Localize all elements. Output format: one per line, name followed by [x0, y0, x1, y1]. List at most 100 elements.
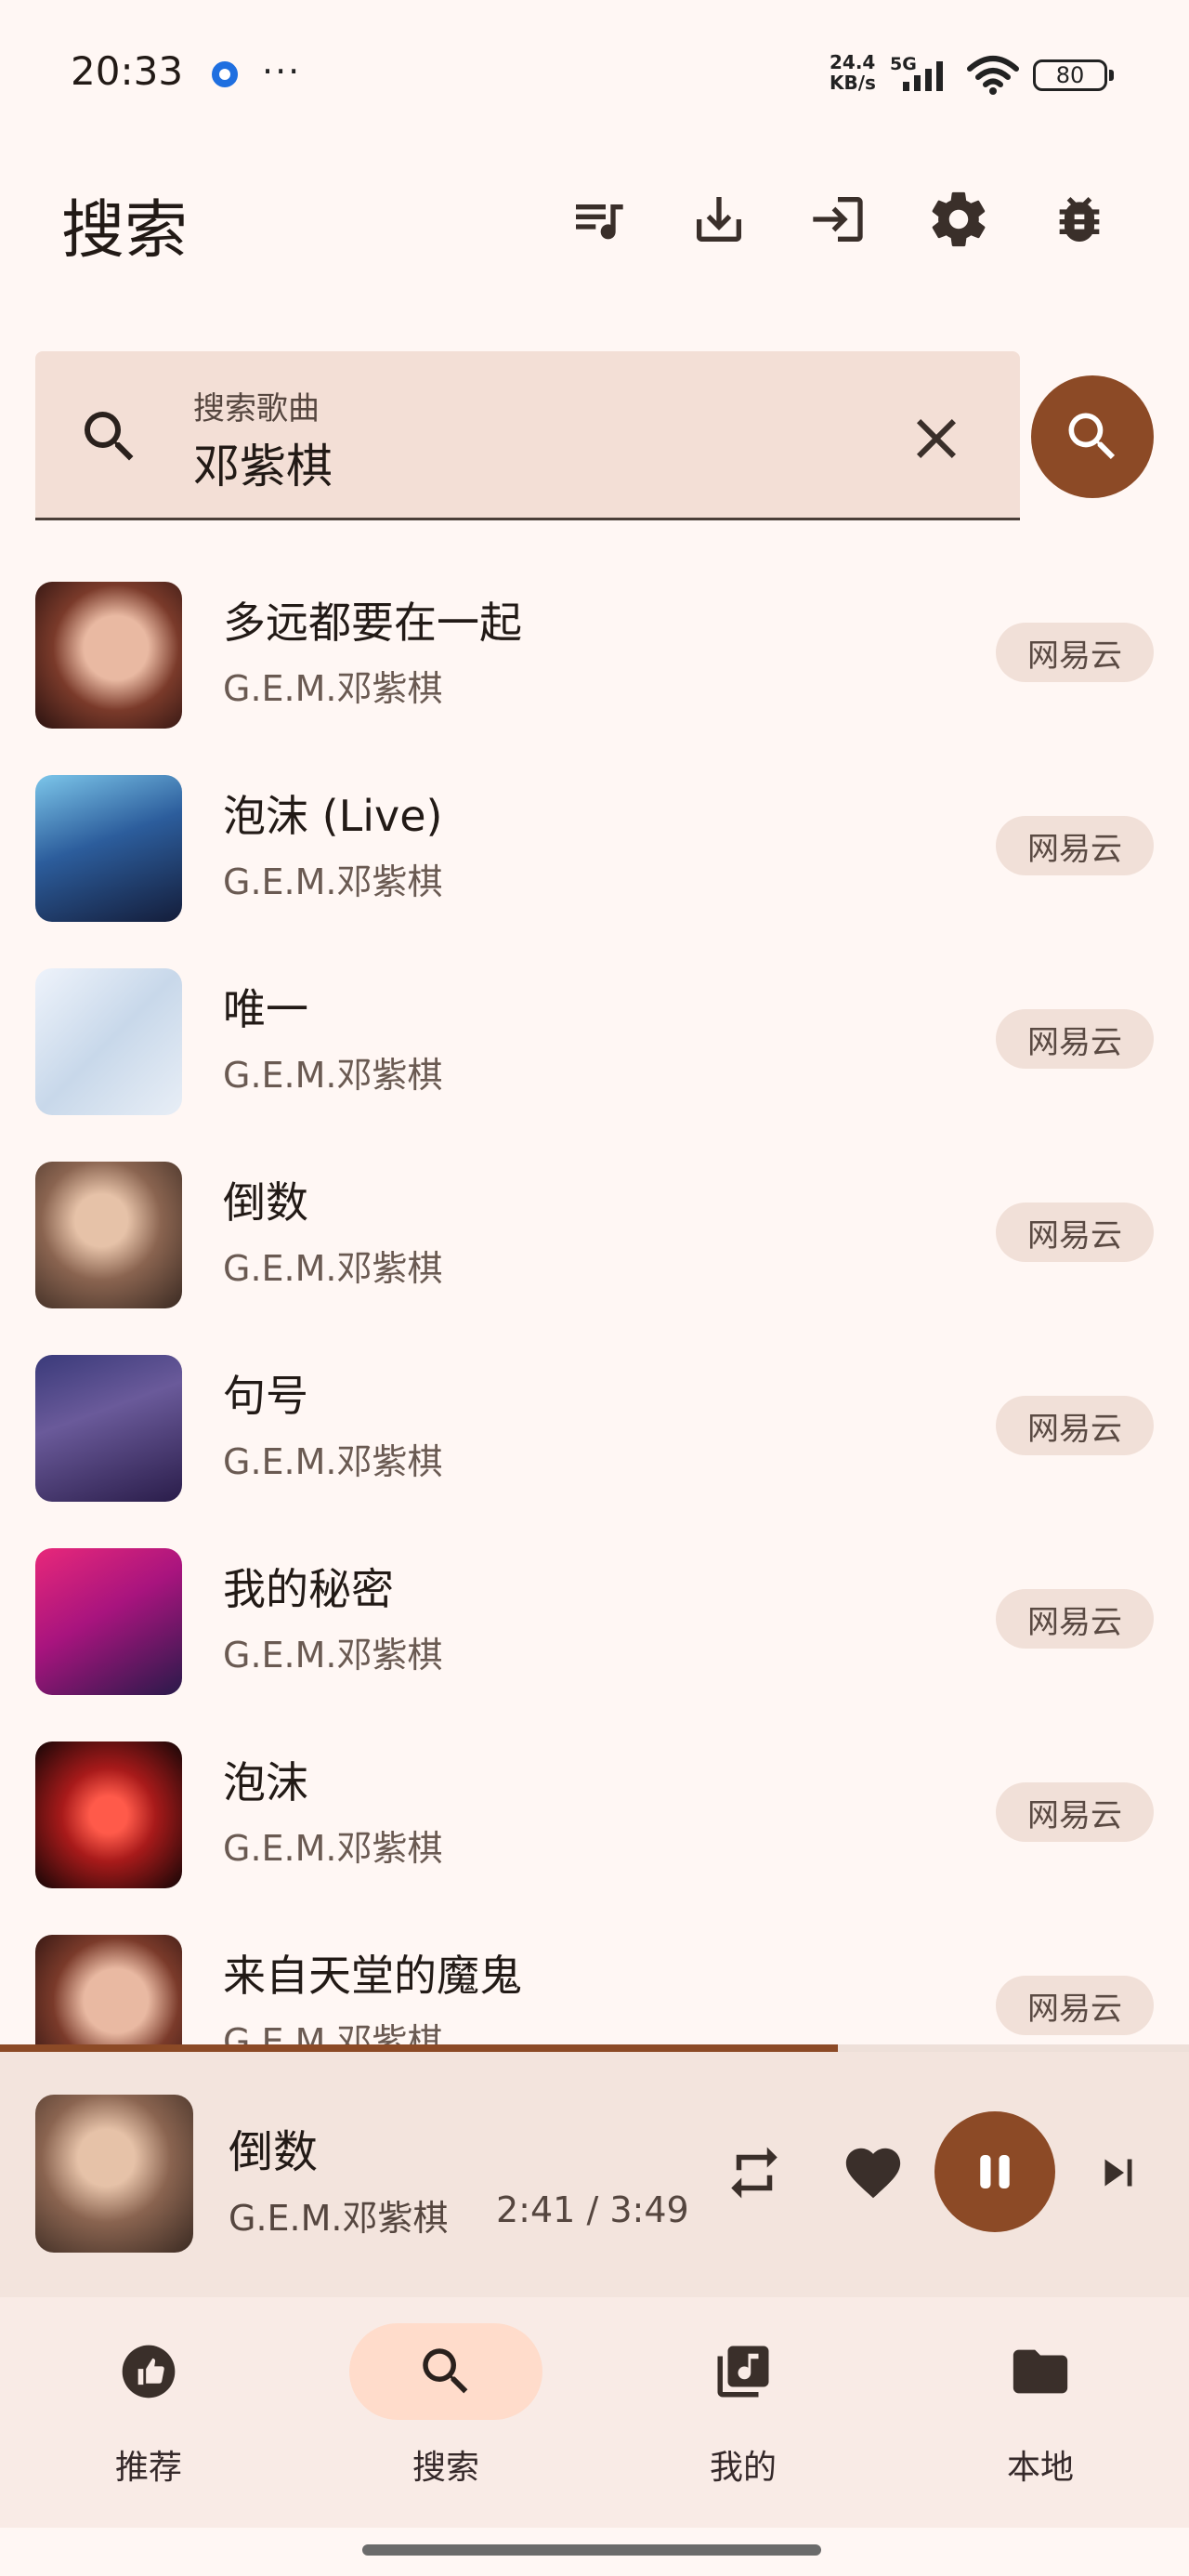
pause-button[interactable]	[934, 2111, 1055, 2232]
now-playing-bar[interactable]: 倒数 G.E.M.邓紫棋 2:41 / 3:49	[0, 2052, 1189, 2297]
folder-icon	[1013, 2349, 1068, 2394]
search-icon	[1068, 413, 1116, 460]
source-badge: 网易云	[996, 1589, 1154, 1649]
playback-duration: 3:49	[609, 2189, 689, 2230]
song-artist: G.E.M.邓紫棋	[223, 668, 443, 709]
now-playing-time: 2:41 / 3:49	[496, 2189, 689, 2230]
source-badge: 网易云	[996, 1782, 1154, 1842]
now-playing-artist: G.E.M.邓紫棋	[229, 2198, 449, 2239]
nav-label: 推荐	[114, 2449, 182, 2487]
album-cover	[35, 1355, 182, 1502]
list-item[interactable]: 多远都要在一起 G.E.M.邓紫棋 网易云	[0, 558, 1189, 751]
playback-position: 2:41	[496, 2189, 576, 2230]
song-artist: G.E.M.邓紫棋	[223, 2021, 443, 2044]
thumb-up-icon	[122, 2345, 176, 2399]
search-icon	[423, 2348, 468, 2394]
song-artist: G.E.M.邓紫棋	[223, 1441, 443, 1482]
wifi-icon	[967, 56, 1019, 95]
next-button[interactable]	[1083, 2137, 1154, 2208]
signal-icon	[903, 61, 943, 91]
favorite-button[interactable]	[838, 2137, 908, 2208]
album-cover	[35, 1935, 182, 2044]
song-title: 来自天堂的魔鬼	[223, 1951, 522, 2001]
status-bar: 20:33 ··· 24.4 KB/s 5G 80	[0, 0, 1189, 149]
nav-pill	[944, 2323, 1137, 2420]
search-icon	[85, 412, 134, 461]
song-artist: G.E.M.邓紫棋	[223, 1055, 443, 1096]
album-cover	[35, 1162, 182, 1308]
time-separator: /	[586, 2189, 599, 2230]
now-playing-cover[interactable]	[35, 2095, 193, 2253]
playback-progress-fill	[0, 2044, 839, 2052]
nav-label: 本地	[1006, 2449, 1074, 2487]
bottom-navigation: 推荐 搜索 我的 本地	[0, 2297, 1189, 2528]
nav-item-search[interactable]: 搜索	[323, 2323, 546, 2509]
song-title: 多远都要在一起	[223, 598, 522, 648]
album-cover	[35, 1741, 182, 1888]
source-badge: 网易云	[996, 816, 1154, 875]
song-title: 句号	[223, 1371, 308, 1421]
source-badge: 网易云	[996, 1009, 1154, 1069]
list-item[interactable]: 我的秘密 G.E.M.邓紫棋 网易云	[0, 1524, 1189, 1717]
song-artist: G.E.M.邓紫棋	[223, 861, 443, 902]
settings-icon[interactable]	[925, 186, 992, 253]
more-notifications-icon: ···	[262, 51, 302, 92]
song-artist: G.E.M.邓紫棋	[223, 1635, 443, 1676]
nav-pill-active	[349, 2323, 542, 2420]
source-badge: 网易云	[996, 623, 1154, 682]
source-badge: 网易云	[996, 1396, 1154, 1455]
playlist-icon[interactable]	[565, 186, 632, 253]
net-speed-unit: KB/s	[830, 72, 876, 94]
repeat-icon	[731, 2147, 777, 2199]
list-item[interactable]: 来自天堂的魔鬼 G.E.M.邓紫棋 网易云	[0, 1911, 1189, 2044]
page-title: 搜索	[61, 194, 189, 268]
search-field[interactable]: 搜索歌曲 邓紫棋	[35, 351, 1020, 520]
battery-icon: 80	[1033, 59, 1114, 91]
app-notification-icon	[212, 61, 238, 87]
nav-item-mine[interactable]: 我的	[621, 2323, 843, 2509]
search-input[interactable]: 邓紫棋	[193, 429, 333, 496]
repeat-button[interactable]	[719, 2137, 790, 2208]
song-title: 泡沫	[223, 1757, 308, 1807]
search-label: 搜索歌曲	[193, 390, 320, 427]
nav-item-local[interactable]: 本地	[918, 2323, 1141, 2509]
list-item[interactable]: 倒数 G.E.M.邓紫棋 网易云	[0, 1137, 1189, 1331]
heart-icon	[845, 2148, 901, 2199]
song-artist: G.E.M.邓紫棋	[223, 1828, 443, 1869]
nav-item-recommend[interactable]: 推荐	[26, 2323, 249, 2509]
playback-progress-bar[interactable]	[0, 2044, 1189, 2052]
net-speed: 24.4 KB/s	[830, 52, 876, 93]
album-cover	[35, 1548, 182, 1695]
net-speed-value: 24.4	[830, 51, 876, 73]
skip-next-icon	[1104, 2159, 1132, 2187]
bug-icon[interactable]	[1046, 186, 1113, 253]
nav-pill	[647, 2323, 840, 2420]
song-title: 倒数	[223, 1177, 308, 1228]
list-item[interactable]: 唯一 G.E.M.邓紫棋 网易云	[0, 944, 1189, 1137]
now-playing-title: 倒数	[229, 2126, 319, 2178]
list-item[interactable]: 句号 G.E.M.邓紫棋 网易云	[0, 1331, 1189, 1524]
source-badge: 网易云	[996, 1203, 1154, 1262]
album-cover	[35, 582, 182, 729]
pause-icon	[980, 2155, 1010, 2188]
list-item[interactable]: 泡沫 G.E.M.邓紫棋 网易云	[0, 1717, 1189, 1911]
list-item[interactable]: 泡沫 (Live) G.E.M.邓紫棋 网易云	[0, 751, 1189, 944]
clear-icon[interactable]	[903, 405, 970, 472]
album-cover	[35, 775, 182, 922]
login-icon[interactable]	[804, 186, 871, 253]
song-title: 唯一	[223, 984, 308, 1034]
song-title: 泡沫 (Live)	[223, 791, 443, 841]
nav-label: 我的	[709, 2449, 777, 2487]
source-badge: 网易云	[996, 1976, 1154, 2035]
library-music-icon	[717, 2346, 769, 2398]
album-cover	[35, 968, 182, 1115]
search-results-list[interactable]: 多远都要在一起 G.E.M.邓紫棋 网易云 泡沫 (Live) G.E.M.邓紫…	[0, 558, 1189, 2044]
nav-label: 搜索	[412, 2449, 479, 2487]
song-title: 我的秘密	[223, 1564, 394, 1614]
home-indicator[interactable]	[362, 2544, 821, 2556]
status-time: 20:33	[71, 48, 184, 94]
download-icon[interactable]	[686, 186, 752, 253]
search-button[interactable]	[1031, 375, 1154, 498]
nav-pill	[52, 2323, 245, 2420]
song-artist: G.E.M.邓紫棋	[223, 1248, 443, 1289]
